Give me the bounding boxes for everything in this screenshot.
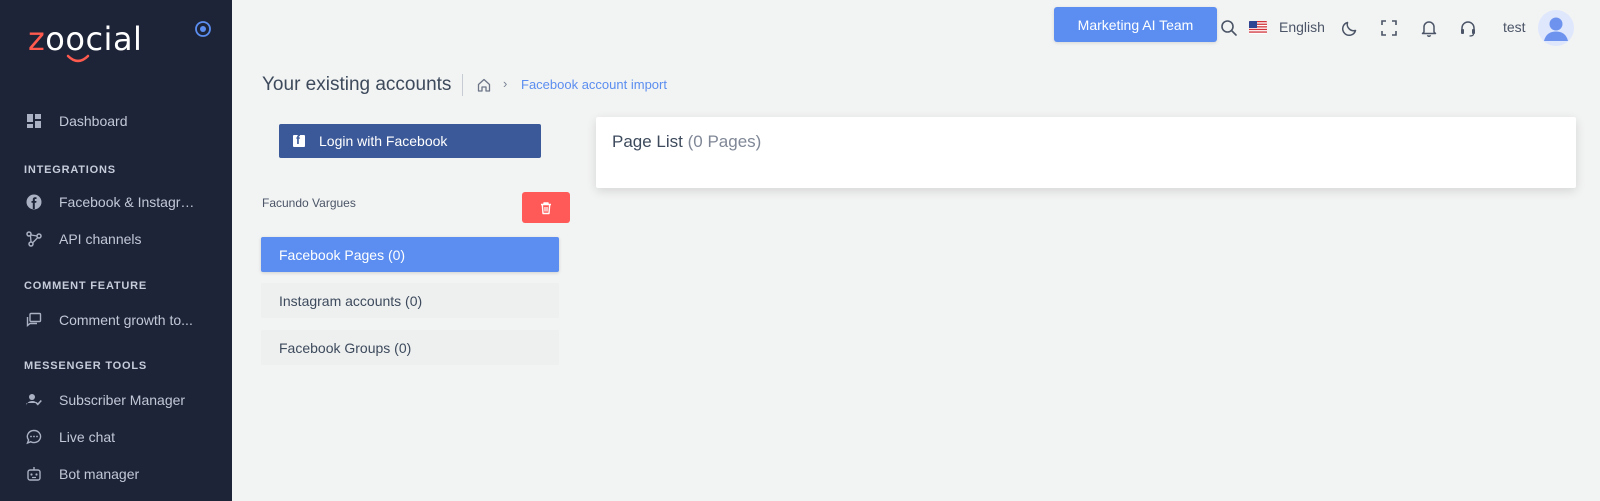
section-comment-feature: COMMENT FEATURE xyxy=(24,280,148,292)
search-icon[interactable] xyxy=(1219,18,1239,38)
section-integrations: INTEGRATIONS xyxy=(24,164,116,176)
login-with-facebook-button[interactable]: f Login with Facebook xyxy=(279,124,541,158)
sidebar-item-api-channels[interactable]: API channels xyxy=(0,222,232,256)
sidebar: zoocial Dashboard INTEGRATIONS Facebook … xyxy=(0,0,232,501)
page-list-card: Page List (0 Pages) xyxy=(596,117,1576,188)
chat-icon xyxy=(25,428,43,446)
bot-icon xyxy=(25,465,43,483)
breadcrumb-current[interactable]: Facebook account import xyxy=(521,77,667,92)
facebook-icon xyxy=(25,193,43,211)
home-icon[interactable] xyxy=(476,77,492,93)
bell-icon[interactable] xyxy=(1419,18,1439,38)
sidebar-item-label: Comment growth to... xyxy=(59,312,193,328)
tab-facebook-groups[interactable]: Facebook Groups (0) xyxy=(261,330,559,365)
sidebar-item-dashboard[interactable]: Dashboard xyxy=(0,104,232,138)
page-list-title: Page List (0 Pages) xyxy=(612,132,762,151)
dashboard-icon xyxy=(25,112,43,130)
comment-icon xyxy=(25,311,43,329)
language-label: English xyxy=(1279,19,1325,35)
delete-account-button[interactable] xyxy=(522,192,570,223)
fullscreen-icon[interactable] xyxy=(1379,18,1399,38)
tab-facebook-pages[interactable]: Facebook Pages (0) xyxy=(261,237,559,272)
subscriber-icon xyxy=(25,391,43,409)
sidebar-item-label: Dashboard xyxy=(59,113,128,129)
sidebar-collapse-toggle-icon[interactable] xyxy=(194,20,212,38)
facebook-square-icon: f xyxy=(293,133,305,147)
sidebar-item-label: Bot manager xyxy=(59,466,140,482)
page-list-count: (0 Pages) xyxy=(687,132,762,151)
trash-icon xyxy=(541,201,551,214)
sidebar-item-subscriber-manager[interactable]: Subscriber Manager xyxy=(0,383,232,417)
avatar[interactable] xyxy=(1538,10,1574,46)
us-flag-icon xyxy=(1249,20,1267,34)
sidebar-item-label: Subscriber Manager xyxy=(59,392,186,408)
sidebar-item-label: API channels xyxy=(59,231,142,247)
sidebar-item-bot-manager[interactable]: Bot manager xyxy=(0,457,232,491)
marketing-ai-team-button[interactable]: Marketing AI Team xyxy=(1054,7,1217,42)
page-title: Your existing accounts xyxy=(262,74,452,95)
language-selector[interactable]: English xyxy=(1249,16,1325,38)
headset-icon[interactable] xyxy=(1458,18,1478,38)
logo-text: zoocial xyxy=(28,20,143,58)
breadcrumb-divider xyxy=(462,74,463,96)
api-channels-icon xyxy=(25,230,43,248)
sidebar-item-label: Facebook & Instagra... xyxy=(59,194,199,210)
logo[interactable]: zoocial xyxy=(28,14,178,66)
section-messenger-tools: MESSENGER TOOLS xyxy=(24,360,148,372)
sidebar-item-label: Live chat xyxy=(59,429,116,445)
logo-smile-icon xyxy=(66,54,90,63)
sidebar-item-live-chat[interactable]: Live chat xyxy=(0,420,232,454)
tab-instagram-accounts[interactable]: Instagram accounts (0) xyxy=(261,283,559,318)
account-name: Facundo Vargues xyxy=(262,196,356,210)
user-name[interactable]: test xyxy=(1503,19,1526,35)
breadcrumb-chevron-icon: › xyxy=(503,76,508,91)
moon-icon[interactable] xyxy=(1340,18,1360,38)
sidebar-item-facebook-instagram[interactable]: Facebook & Instagra... xyxy=(0,185,232,219)
login-with-facebook-label: Login with Facebook xyxy=(319,133,448,149)
sidebar-item-comment-growth[interactable]: Comment growth to... xyxy=(0,303,232,337)
